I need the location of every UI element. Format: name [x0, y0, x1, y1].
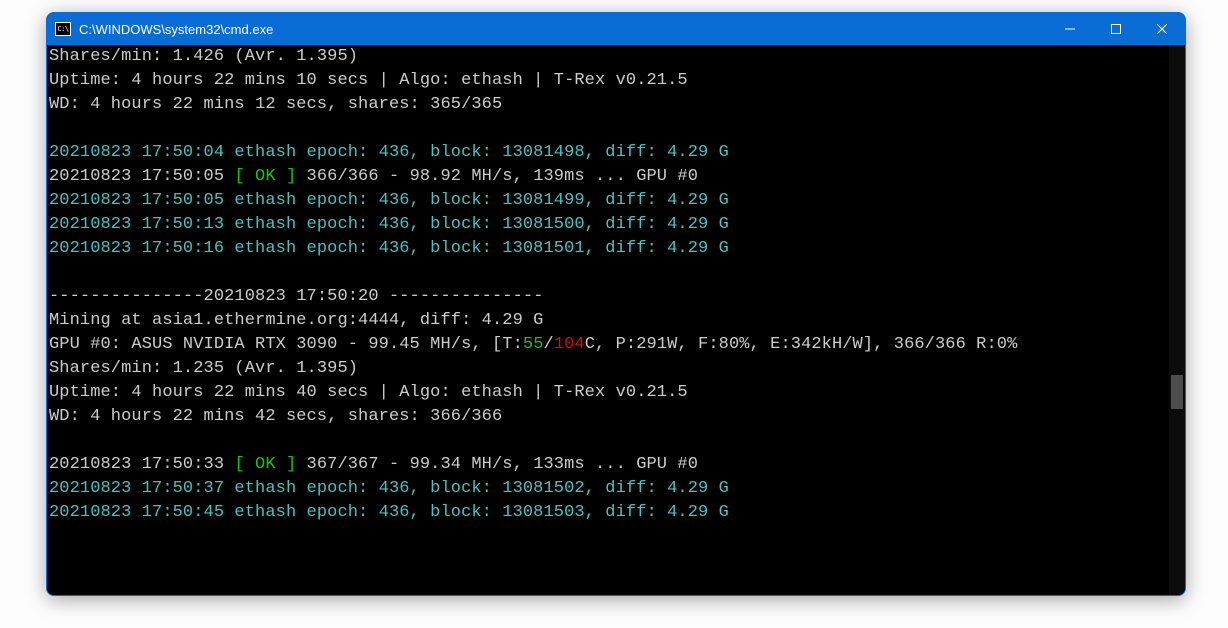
line-wd: WD: 4 hours 22 mins 42 secs, shares: 366…: [49, 407, 502, 426]
line-epoch: 20210823 17:50:16 ethash epoch: 436, blo…: [49, 239, 729, 258]
line-epoch: 20210823 17:50:37 ethash epoch: 436, blo…: [49, 479, 729, 498]
terminal-output[interactable]: Shares/min: 1.426 (Avr. 1.395) Uptime: 4…: [47, 45, 1185, 595]
line-shares: Shares/min: 1.426 (Avr. 1.395): [49, 47, 358, 66]
line-wd: WD: 4 hours 22 mins 12 secs, shares: 365…: [49, 95, 502, 114]
line-share-detail: 367/367 - 99.34 MH/s, 133ms ... GPU #0: [296, 455, 698, 474]
cmd-icon: C:\: [55, 22, 71, 36]
maximize-button[interactable]: [1093, 13, 1139, 45]
line-share-ts: 20210823 17:50:05: [49, 167, 234, 186]
line-uptime: Uptime: 4 hours 22 mins 40 secs | Algo: …: [49, 383, 688, 402]
line-epoch: 20210823 17:50:13 ethash epoch: 436, blo…: [49, 215, 729, 234]
titlebar[interactable]: C:\ C:\WINDOWS\system32\cmd.exe: [47, 13, 1185, 45]
status-ok: [ OK ]: [234, 455, 296, 474]
line-epoch: 20210823 17:50:05 ethash epoch: 436, blo…: [49, 191, 729, 210]
line-mining-at: Mining at asia1.ethermine.org:4444, diff…: [49, 311, 543, 330]
line-share-ts: 20210823 17:50:33: [49, 455, 234, 474]
gpu-temp: 55: [523, 335, 544, 354]
line-uptime: Uptime: 4 hours 22 mins 10 secs | Algo: …: [49, 71, 688, 90]
minimize-button[interactable]: [1047, 13, 1093, 45]
close-button[interactable]: [1139, 13, 1185, 45]
status-ok: [ OK ]: [234, 167, 296, 186]
window-title: C:\WINDOWS\system32\cmd.exe: [79, 22, 1047, 37]
line-gpu-a: GPU #0: ASUS NVIDIA RTX 3090 - 99.45 MH/…: [49, 335, 523, 354]
line-gpu-b: C, P:291W, F:80%, E:342kH/W], 366/366 R:…: [585, 335, 1018, 354]
cmd-window: C:\ C:\WINDOWS\system32\cmd.exe Shares/m…: [46, 12, 1186, 596]
gpu-memtemp: 104: [554, 335, 585, 354]
line-epoch: 20210823 17:50:04 ethash epoch: 436, blo…: [49, 143, 729, 162]
line-epoch: 20210823 17:50:45 ethash epoch: 436, blo…: [49, 503, 729, 522]
line-share-detail: 366/366 - 98.92 MH/s, 139ms ... GPU #0: [296, 167, 698, 186]
line-divider: ---------------20210823 17:50:20 -------…: [49, 287, 543, 306]
line-gpu-sep: /: [544, 335, 554, 354]
scrollbar[interactable]: [1169, 45, 1185, 595]
line-shares: Shares/min: 1.235 (Avr. 1.395): [49, 359, 358, 378]
scrollbar-thumb[interactable]: [1171, 375, 1183, 409]
